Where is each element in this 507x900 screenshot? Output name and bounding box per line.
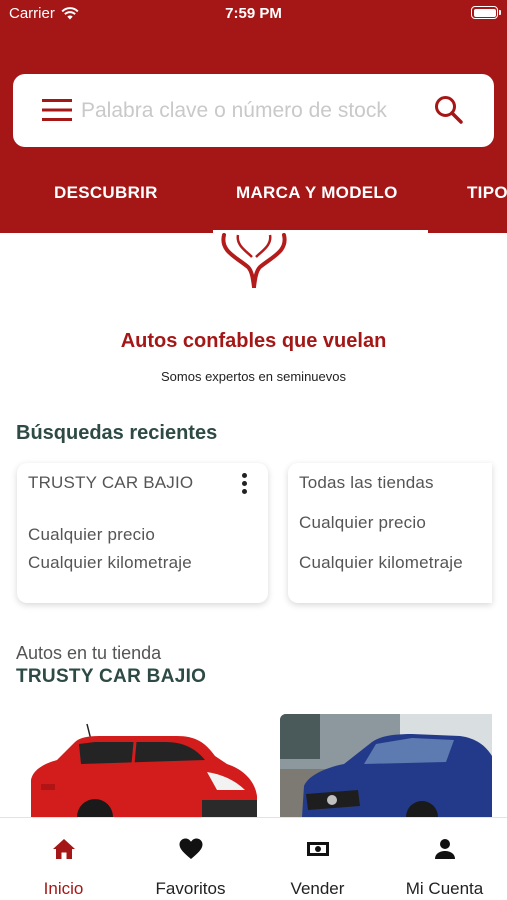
money-icon <box>306 842 329 856</box>
recent-search-price: Cualquier precio <box>299 513 426 532</box>
hero-tagline: Autos confables que vuelan <box>120 330 387 352</box>
user-icon <box>434 839 455 859</box>
search-input[interactable] <box>81 94 421 128</box>
battery-icon <box>471 6 501 19</box>
hero-subtagline: Somos expertos en seminuevos <box>161 369 346 384</box>
nav-label: Vender <box>290 879 345 898</box>
recent-search-store: TRUSTY CAR BAJIO <box>28 473 194 492</box>
nav-inicio[interactable]: Inicio <box>0 818 127 900</box>
hamburger-menu-icon[interactable] <box>42 99 72 121</box>
tab-tipo[interactable]: TIPO <box>467 183 507 203</box>
nav-mi-cuenta[interactable]: Mi Cuenta <box>381 818 507 900</box>
nav-label: Mi Cuenta <box>405 879 484 898</box>
car-listing-card[interactable] <box>17 714 268 817</box>
nav-vender[interactable]: Vender <box>254 818 381 900</box>
nav-label: Favoritos <box>155 879 226 898</box>
tab-descubrir[interactable]: DESCUBRIR <box>54 183 158 203</box>
car-image <box>280 714 492 817</box>
heart-icon <box>179 838 202 859</box>
recent-searches-title: Búsquedas recientes <box>16 422 218 444</box>
recent-search-price: Cualquier precio <box>28 525 155 544</box>
store-section-label: Autos en tu tienda <box>16 643 162 663</box>
bottom-navigation: Inicio Favoritos Vender Mi Cuenta <box>0 817 507 900</box>
clock: 7:59 PM <box>225 5 282 22</box>
category-tabs: DESCUBRIR MARCA Y MODELO TIPO <box>0 170 507 233</box>
store-section-name: TRUSTY CAR BAJIO <box>16 666 207 687</box>
brand-logo <box>221 233 287 288</box>
search-bar <box>13 74 494 147</box>
status-bar: Carrier 7:59 PM <box>0 0 507 28</box>
search-icon[interactable] <box>433 94 465 126</box>
nav-label: Inicio <box>43 879 84 898</box>
car-listing-card[interactable] <box>280 714 492 817</box>
app-header: Carrier 7:59 PM DESCUBRIR MARCA Y MODELO… <box>0 0 507 233</box>
nav-favoritos[interactable]: Favoritos <box>127 818 254 900</box>
recent-search-mileage: Cualquier kilometraje <box>299 553 463 572</box>
recent-search-card[interactable]: TRUSTY CAR BAJIO Cualquier precio Cualqu… <box>17 463 268 603</box>
recent-search-mileage: Cualquier kilometraje <box>28 553 192 572</box>
tab-marca-y-modelo[interactable]: MARCA Y MODELO <box>236 183 398 203</box>
home-icon <box>52 839 75 859</box>
recent-search-card[interactable]: Todas las tiendas Cualquier precio Cualq… <box>288 463 492 603</box>
more-options-icon[interactable] <box>240 473 248 497</box>
car-image <box>31 723 257 817</box>
recent-search-store: Todas las tiendas <box>299 473 434 492</box>
